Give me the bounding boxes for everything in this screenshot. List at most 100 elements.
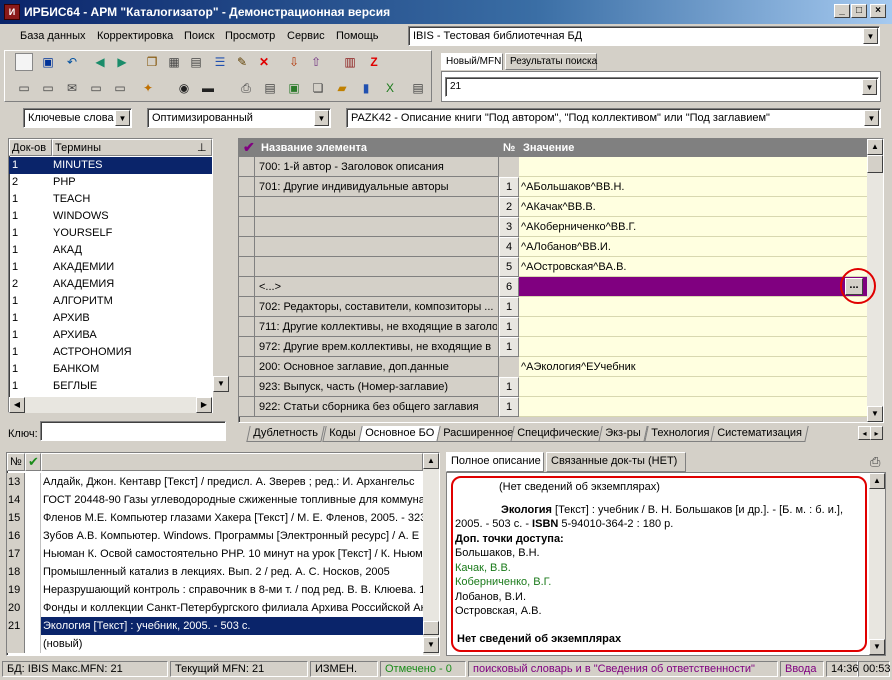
editor-tab[interactable]: Технология bbox=[644, 426, 716, 442]
new-doc-icon[interactable] bbox=[15, 53, 33, 71]
record-checkbox[interactable] bbox=[25, 581, 41, 599]
editor-tab[interactable]: Специфические bbox=[510, 426, 606, 442]
record-row[interactable]: 17 Ньюман К. Освой самостоятельно PHP. 10… bbox=[7, 545, 423, 563]
dict-row[interactable]: 2 PHP bbox=[9, 174, 212, 191]
editor-row[interactable]: 702: Редакторы, составители, композиторы… bbox=[239, 297, 867, 317]
editor-tab[interactable]: Основное БО bbox=[358, 426, 441, 442]
record-row[interactable]: 19 Неразрушающий контроль : справочник в … bbox=[7, 581, 423, 599]
editor-row[interactable]: 3 ^AКоберниченко^BB.Г. bbox=[239, 217, 867, 237]
value-cell[interactable]: ^AЛобанов^BB.И. bbox=[519, 237, 867, 257]
value-cell[interactable]: ^AБольшаков^BB.Н. bbox=[519, 177, 867, 197]
mail-icon[interactable]: ✉ bbox=[63, 79, 81, 97]
tabs-next-icon[interactable]: ▸ bbox=[870, 426, 883, 440]
tab-full-description[interactable]: Полное описание bbox=[446, 452, 544, 472]
search-mode-select[interactable]: Ключевые слова ▼ bbox=[23, 108, 132, 128]
editor-row[interactable]: 972: Другие врем.коллективы, не входящие… bbox=[239, 337, 867, 357]
forward-arrow-icon[interactable]: ▶ bbox=[113, 53, 131, 71]
editor-tab[interactable]: Расширенное bbox=[436, 426, 520, 442]
chevron-down-icon[interactable]: ▼ bbox=[864, 110, 879, 126]
editor-row[interactable]: 4 ^AЛобанов^BB.И. bbox=[239, 237, 867, 257]
view-icon[interactable]: ◉ bbox=[175, 79, 193, 97]
tools-icon[interactable]: ✦ bbox=[139, 79, 157, 97]
value-cell[interactable]: ^AОстровская^BA.B. bbox=[519, 257, 867, 277]
editor-row[interactable]: 5 ^AОстровская^BA.B. bbox=[239, 257, 867, 277]
worksheet-select[interactable]: PAZK42 - Описание книги "Под автором", "… bbox=[346, 108, 881, 128]
dict-row[interactable]: 1 TEACH bbox=[9, 191, 212, 208]
comment-icon[interactable]: ▭ bbox=[15, 79, 33, 97]
pages-icon[interactable]: ❏ bbox=[309, 79, 327, 97]
editor-tab[interactable]: Коды bbox=[322, 426, 363, 442]
dict-row[interactable]: 1 WINDOWS bbox=[9, 208, 212, 225]
author-link[interactable]: Качак, В.В. bbox=[455, 561, 865, 576]
chevron-down-icon[interactable]: ▼ bbox=[115, 110, 130, 126]
tab-linked-docs[interactable]: Связанные док-ты (НЕТ) bbox=[546, 452, 686, 472]
author-link[interactable]: Коберниченко, В.Г. bbox=[455, 575, 865, 590]
record-checkbox[interactable] bbox=[25, 473, 41, 491]
note-icon[interactable]: ▭ bbox=[87, 79, 105, 97]
delete-icon[interactable]: ✕ bbox=[255, 53, 273, 71]
value-cell[interactable] bbox=[519, 317, 867, 337]
back-arrow-icon[interactable]: ◀ bbox=[91, 53, 109, 71]
scroll-down-icon[interactable]: ▼ bbox=[867, 406, 883, 422]
dict-row[interactable]: 1 АКАД bbox=[9, 242, 212, 259]
maximize-button[interactable]: □ bbox=[851, 4, 867, 18]
dict-vscroll[interactable]: ▼ bbox=[213, 138, 229, 394]
excel-icon[interactable]: X bbox=[381, 79, 399, 97]
library-icon[interactable]: ▥ bbox=[341, 53, 359, 71]
database-select[interactable]: IBIS - Тестовая библиотечная БД ▼ bbox=[408, 26, 880, 46]
menu-service[interactable]: Сервис bbox=[287, 30, 325, 42]
menu-help[interactable]: Помощь bbox=[336, 30, 379, 42]
record-row[interactable]: (новый) bbox=[7, 635, 423, 653]
menu-edit[interactable]: Корректировка bbox=[97, 30, 173, 42]
comment-edit-icon[interactable]: ▭ bbox=[39, 79, 57, 97]
records-vscroll[interactable]: ▲ ▼ bbox=[423, 453, 439, 655]
editor-row[interactable]: 922: Статьи сборника без общего заглавия… bbox=[239, 397, 867, 417]
record-checkbox[interactable] bbox=[25, 527, 41, 545]
editor-row[interactable]: 923: Выпуск, часть (Номер-заглавие) 1 bbox=[239, 377, 867, 397]
scroll-up-icon[interactable]: ▲ bbox=[423, 453, 439, 469]
folder-open-icon[interactable]: ▰ bbox=[333, 79, 351, 97]
scroll-thumb[interactable] bbox=[423, 621, 439, 635]
dict-row[interactable]: 1 АРХИВА bbox=[9, 327, 212, 344]
dict-row[interactable]: 1 АСТРОНОМИЯ bbox=[9, 344, 212, 361]
record-checkbox[interactable] bbox=[25, 491, 41, 509]
editor-tab[interactable]: Экз-ры bbox=[598, 426, 648, 442]
scroll-down-icon[interactable]: ▼ bbox=[869, 639, 885, 655]
records-header-check[interactable]: ✔ bbox=[25, 453, 41, 471]
paste-icon[interactable]: ▤ bbox=[187, 53, 205, 71]
record-row[interactable]: 13 Алдайк, Джон. Кентавр [Текст] / предис… bbox=[7, 473, 423, 491]
author-link[interactable]: Лобанов, В.И. bbox=[455, 590, 865, 605]
dict-header-count[interactable]: Док-ов bbox=[9, 139, 52, 156]
editor-tab[interactable]: Дублетность bbox=[246, 426, 325, 442]
records-header-num[interactable]: № bbox=[7, 453, 25, 471]
record-row[interactable]: 18 Промышленный катализ в лекциях. Вып. 2… bbox=[7, 563, 423, 581]
dict-row[interactable]: 1 АКАДЕМИИ bbox=[9, 259, 212, 276]
record-row[interactable]: 16 Зубов А.В. Компьютер. Windows. Програм… bbox=[7, 527, 423, 545]
note2-icon[interactable]: ▭ bbox=[111, 79, 129, 97]
chevron-down-icon[interactable]: ▼ bbox=[863, 28, 878, 44]
chevron-down-icon[interactable]: ▼ bbox=[862, 79, 877, 95]
mfn-select[interactable]: 21 ▼ bbox=[445, 77, 879, 97]
settings-icon[interactable]: ▤ bbox=[409, 79, 427, 97]
dict-row[interactable]: 1 YOURSELF bbox=[9, 225, 212, 242]
scroll-left-icon[interactable]: ◀ bbox=[9, 397, 25, 413]
import-icon[interactable]: ⇩ bbox=[285, 53, 303, 71]
close-button[interactable]: × bbox=[870, 4, 886, 18]
pin-icon[interactable]: ⊥ bbox=[197, 141, 207, 154]
value-cell[interactable]: ... bbox=[519, 277, 867, 297]
description-vscroll[interactable]: ▲ ▼ bbox=[869, 473, 885, 655]
dict-row[interactable]: 2 АКАДЕМИЯ bbox=[9, 276, 212, 293]
value-cell[interactable] bbox=[519, 397, 867, 417]
dict-row[interactable]: 1 БЕГЛЫЕ bbox=[9, 378, 212, 395]
menu-search[interactable]: Поиск bbox=[184, 30, 214, 42]
editor-tab[interactable]: Систематизация bbox=[710, 426, 809, 442]
scroll-down-icon[interactable]: ▼ bbox=[213, 376, 229, 392]
copy-icon[interactable]: ❐ bbox=[143, 53, 161, 71]
record-checkbox[interactable] bbox=[25, 635, 41, 653]
editor-row[interactable]: 2 ^AКачак^BB.B. bbox=[239, 197, 867, 217]
value-cell[interactable] bbox=[519, 377, 867, 397]
dict-header-terms[interactable]: Термины ⊥ bbox=[52, 139, 212, 156]
chevron-down-icon[interactable]: ▼ bbox=[314, 110, 329, 126]
undo-icon[interactable]: ↶ bbox=[63, 53, 81, 71]
dict-row[interactable]: 1 АРХИВ bbox=[9, 310, 212, 327]
